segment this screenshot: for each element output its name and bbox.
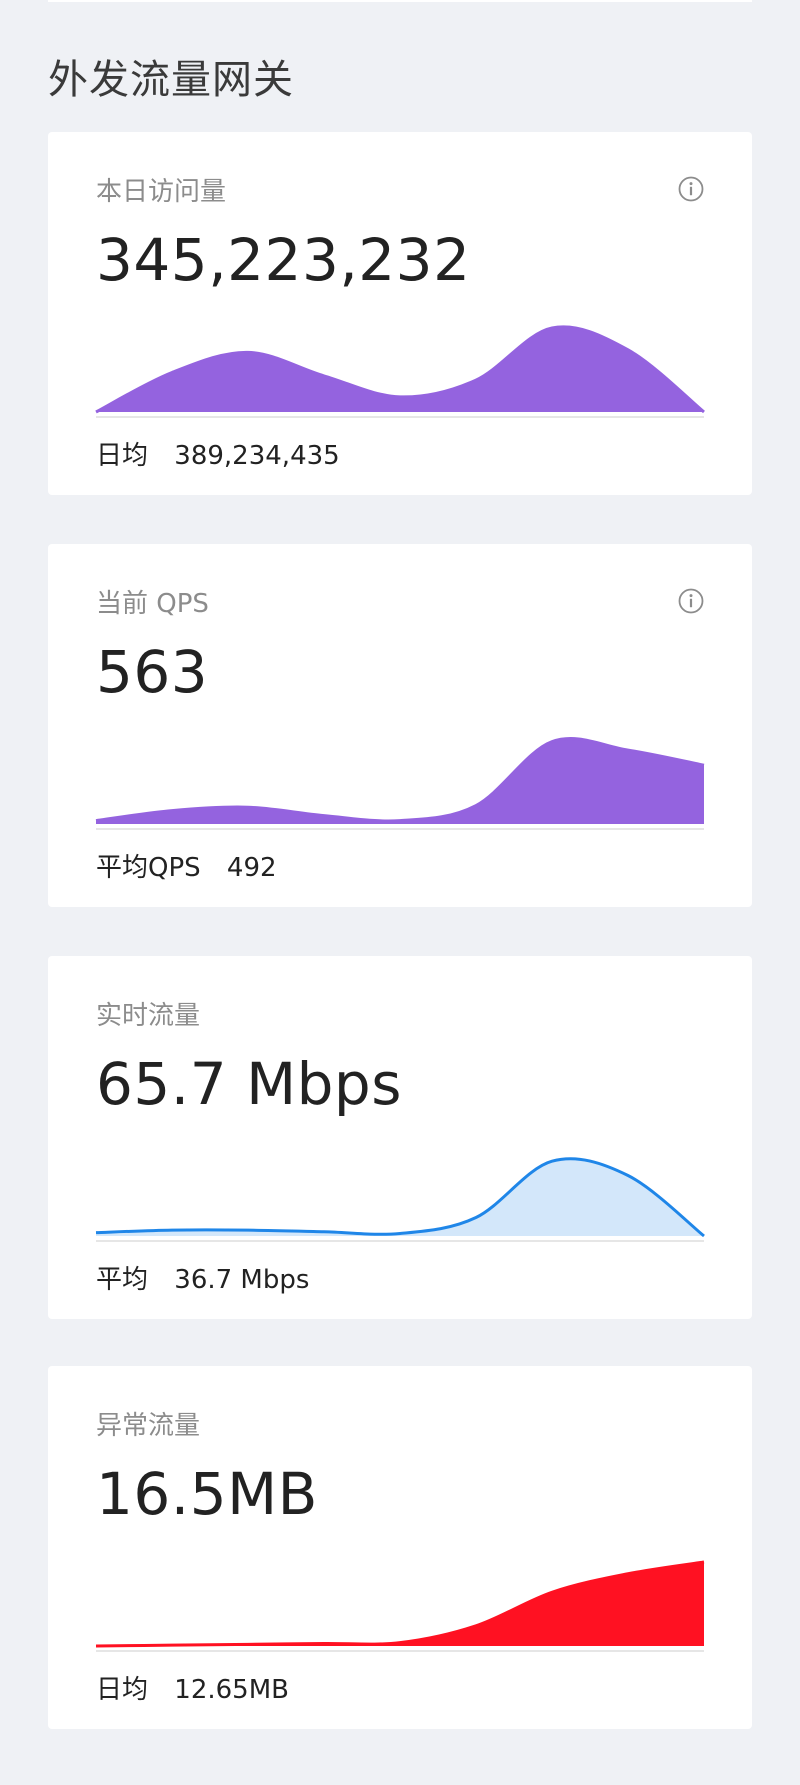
card-value: 16.5MB [96,1460,318,1528]
card-realtime-traffic[interactable]: 实时流量 65.7 Mbps 平均 36.7 Mbps [48,956,752,1319]
card-footer: 平均 36.7 Mbps [96,1262,309,1298]
divider [96,1240,704,1242]
footer-value: 389,234,435 [174,441,340,471]
sparkline-chart [95,325,705,414]
card-label: 当前 QPS [96,589,209,619]
card-value: 563 [96,638,209,706]
section-title: 外发流量网关 [48,57,294,103]
info-icon[interactable] [678,176,704,202]
card-current-qps[interactable]: 当前 QPS 563 平均QPS 492 [48,544,752,907]
sparkline-area [96,738,704,824]
card-footer: 日均 12.65MB [96,1672,289,1708]
footer-value: 492 [226,853,277,883]
footer-label: 日均 [96,441,149,471]
sparkline-chart [95,1157,705,1238]
footer-label: 日均 [96,1675,149,1705]
footer-label: 平均 [96,1265,149,1295]
previous-card-edge [48,0,752,2]
card-label: 异常流量 [96,1411,201,1441]
card-label: 本日访问量 [96,177,227,207]
footer-value: 36.7 Mbps [174,1265,310,1295]
sparkline-area [96,326,704,412]
card-label: 实时流量 [96,1001,201,1031]
divider [96,416,704,418]
card-footer: 平均QPS 492 [96,850,277,886]
card-daily-visits[interactable]: 本日访问量 345,223,232 日均 389,234,435 [48,132,752,495]
footer-label: 平均QPS [96,853,201,883]
card-abnormal-traffic[interactable]: 异常流量 16.5MB 日均 12.65MB [48,1366,752,1729]
divider [96,1650,704,1652]
footer-value: 12.65MB [174,1675,289,1705]
divider [96,828,704,830]
card-footer: 日均 389,234,435 [96,438,340,474]
card-value: 345,223,232 [96,226,471,294]
info-icon[interactable] [678,588,704,614]
card-value: 65.7 Mbps [96,1050,402,1118]
sparkline-chart [95,1560,705,1648]
sparkline-chart [95,737,705,824]
sparkline-area [96,1562,704,1646]
sparkline-area [96,1158,704,1236]
